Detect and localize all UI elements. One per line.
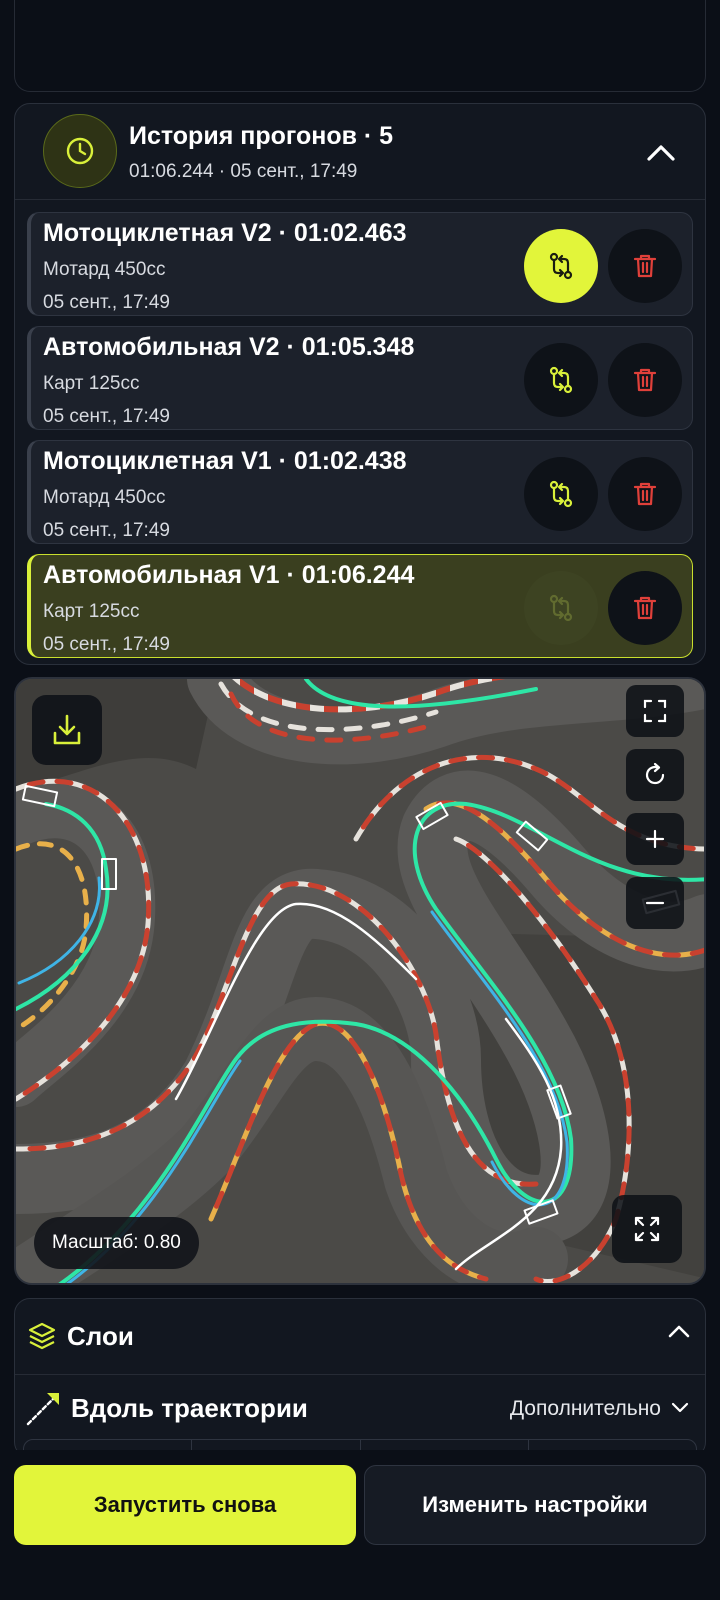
zoom-out-button[interactable] bbox=[626, 877, 684, 929]
download-icon bbox=[53, 714, 81, 745]
run-title: Мотоциклетная V2 · 01:02.463 bbox=[43, 219, 407, 247]
chevron-down-icon[interactable] bbox=[671, 1401, 689, 1413]
delete-button[interactable] bbox=[608, 571, 682, 645]
trash-icon bbox=[633, 482, 657, 506]
track-map[interactable]: Масштаб: 0.80 bbox=[14, 677, 706, 1285]
run-again-button[interactable]: Запустить снова bbox=[14, 1465, 356, 1545]
trajectory-icon bbox=[26, 1393, 59, 1426]
run-date: 05 сент., 17:49 bbox=[43, 292, 170, 313]
fit-track-button[interactable] bbox=[612, 1195, 682, 1263]
reset-icon bbox=[645, 762, 665, 785]
run-history-subtitle: 01:06.244 · 05 сент., 17:49 bbox=[129, 161, 358, 182]
delete-button[interactable] bbox=[608, 457, 682, 531]
run-list: Мотоциклетная V2 · 01:02.463 Мотард 450c… bbox=[27, 212, 693, 664]
compare-button[interactable] bbox=[524, 343, 598, 417]
compare-icon bbox=[549, 252, 573, 280]
layers-header[interactable]: Слои bbox=[15, 1299, 705, 1375]
compare-icon bbox=[549, 480, 573, 508]
run-title: Автомобильная V2 · 01:05.348 bbox=[43, 333, 415, 361]
reset-view-button[interactable] bbox=[626, 749, 684, 801]
layers-icon bbox=[28, 1322, 56, 1350]
trajectory-layer-row[interactable]: Вдоль траектории Дополнительно bbox=[15, 1375, 705, 1441]
compare-button[interactable] bbox=[524, 457, 598, 531]
fit-icon bbox=[634, 1216, 660, 1242]
chevron-up-icon[interactable] bbox=[643, 134, 679, 170]
compare-icon bbox=[549, 366, 573, 394]
run-date: 05 сент., 17:49 bbox=[43, 406, 170, 427]
run-item[interactable]: Мотоциклетная V2 · 01:02.463 Мотард 450c… bbox=[27, 212, 693, 316]
trajectory-layer-label: Вдоль траектории bbox=[71, 1393, 308, 1423]
compare-button[interactable] bbox=[524, 229, 598, 303]
trash-icon bbox=[633, 596, 657, 620]
run-item[interactable]: Автомобильная V2 · 01:05.348 Карт 125cc … bbox=[27, 326, 693, 430]
compare-button[interactable] bbox=[524, 571, 598, 645]
layers-card: Слои Вдоль траектории Дополнительно bbox=[14, 1298, 706, 1458]
run-history-card: История прогонов · 5 01:06.244 · 05 сент… bbox=[14, 103, 706, 665]
run-vehicle: Мотард 450cc bbox=[43, 487, 166, 508]
extra-options-toggle[interactable]: Дополнительно bbox=[510, 1397, 661, 1421]
run-date: 05 сент., 17:49 bbox=[43, 634, 170, 655]
run-history-title: История прогонов · 5 bbox=[129, 122, 394, 150]
delete-button[interactable] bbox=[608, 229, 682, 303]
clock-icon bbox=[43, 114, 117, 188]
trash-icon bbox=[633, 254, 657, 278]
bottom-action-bar: Запустить снова Изменить настройки bbox=[0, 1450, 720, 1600]
change-settings-button[interactable]: Изменить настройки bbox=[364, 1465, 706, 1545]
run-vehicle: Мотард 450cc bbox=[43, 259, 166, 280]
run-title: Автомобильная V1 · 01:06.244 bbox=[43, 561, 415, 589]
zoom-in-icon bbox=[645, 829, 665, 849]
chevron-up-icon[interactable] bbox=[667, 1323, 691, 1339]
run-date: 05 сент., 17:49 bbox=[43, 520, 170, 541]
layers-title: Слои bbox=[67, 1321, 134, 1351]
trash-icon bbox=[633, 368, 657, 392]
map-scale-indicator: Масштаб: 0.80 bbox=[34, 1217, 199, 1269]
fullscreen-button[interactable] bbox=[626, 685, 684, 737]
delete-button[interactable] bbox=[608, 343, 682, 417]
run-vehicle: Карт 125cc bbox=[43, 373, 140, 394]
previous-card-bottom bbox=[14, 0, 706, 92]
run-vehicle: Карт 125cc bbox=[43, 601, 140, 622]
zoom-out-icon bbox=[645, 901, 665, 905]
zoom-in-button[interactable] bbox=[626, 813, 684, 865]
run-title: Мотоциклетная V1 · 01:02.438 bbox=[43, 447, 407, 475]
download-button[interactable] bbox=[32, 695, 102, 765]
run-item-selected[interactable]: Автомобильная V1 · 01:06.244 Карт 125cc … bbox=[27, 554, 693, 658]
fullscreen-icon bbox=[643, 699, 667, 723]
run-history-header[interactable]: История прогонов · 5 01:06.244 · 05 сент… bbox=[15, 104, 705, 200]
compare-icon bbox=[549, 594, 573, 622]
track-map-canvas bbox=[16, 679, 704, 1283]
run-item[interactable]: Мотоциклетная V1 · 01:02.438 Мотард 450c… bbox=[27, 440, 693, 544]
